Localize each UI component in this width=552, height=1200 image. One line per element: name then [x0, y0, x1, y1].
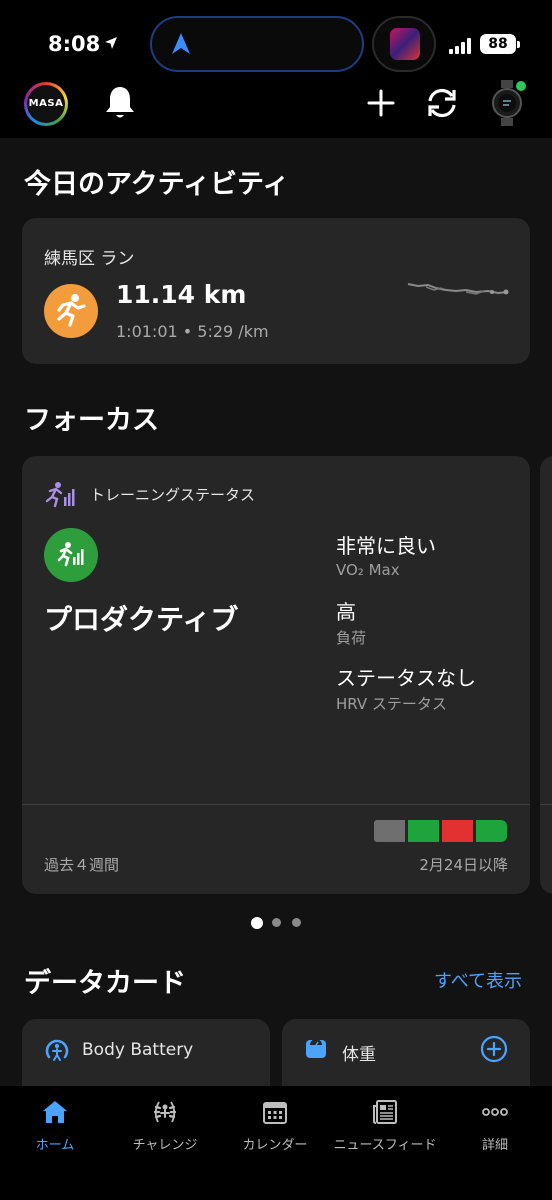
card-divider [22, 804, 530, 805]
newsfeed-icon [373, 1100, 397, 1124]
metric-value: ステータスなし [336, 666, 476, 690]
metric-value: 高 [336, 600, 356, 624]
history-range-label: 過去４週間 [44, 856, 120, 874]
activity-stats: 1:01:01 • 5:29 /km [116, 322, 269, 341]
training-status-value: プロダクティブ [44, 603, 239, 636]
avatar-text: MASA [27, 85, 65, 123]
tab-label: チャレンジ [132, 1138, 198, 1153]
route-map-thumbnail [407, 283, 509, 295]
tab-label: 詳細 [481, 1138, 508, 1153]
next-focus-card-peek[interactable] [540, 456, 552, 894]
navigation-icon [172, 33, 190, 54]
running-icon [44, 284, 98, 338]
battery-indicator: 88 [480, 34, 520, 54]
status-time: 8:08 [48, 32, 101, 56]
location-arrow-icon [105, 37, 117, 49]
metric-label: 負荷 [336, 629, 367, 647]
history-since-label: 2月24日以降 [419, 856, 508, 874]
activity-distance: 11.14 km [116, 280, 247, 309]
metric-label: VO₂ Max [336, 561, 400, 579]
add-circle-icon[interactable] [480, 1035, 508, 1063]
activity-location: 練馬区 ラン [44, 249, 135, 269]
bell-icon[interactable] [102, 84, 138, 122]
tab-home[interactable]: ホーム [0, 1086, 110, 1156]
app-header: MASA [0, 80, 552, 138]
tab-label: ホーム [35, 1138, 75, 1153]
activity-card[interactable]: 練馬区 ラン 11.14 km 1:01:01 • 5:29 /km [22, 218, 530, 364]
tab-newsfeed[interactable]: ニュースフィード [330, 1086, 440, 1156]
status-history-bars [374, 820, 508, 842]
dynamic-island[interactable] [150, 16, 364, 72]
cellular-signal-icon [449, 38, 473, 54]
metric-label: HRV ステータス [336, 695, 447, 713]
home-icon [43, 1101, 67, 1123]
see-all-link[interactable]: すべて表示 [434, 967, 522, 993]
data-cards-section-title: データカード [24, 968, 186, 999]
productive-status-icon [44, 528, 98, 582]
tab-calendar[interactable]: カレンダー [220, 1086, 330, 1156]
today-section-title: 今日のアクティビティ [24, 169, 290, 200]
body-battery-label: Body Battery [82, 1040, 194, 1060]
training-status-card[interactable]: トレーニングステータス プロダクティブ 非常に良い VO₂ Max 高 負荷 ス… [22, 456, 530, 894]
avatar[interactable]: MASA [24, 82, 68, 126]
status-bar: 8:08 88 [0, 0, 552, 80]
status-history-bar [442, 820, 473, 842]
status-history-bar [476, 820, 507, 842]
app-thumbnail [390, 28, 420, 60]
tab-label: ニュースフィード [333, 1138, 437, 1153]
scale-icon [306, 1039, 326, 1058]
bottom-tab-bar: ホーム チャレンジ カレンダー ニュースフィード 詳細 [0, 1086, 552, 1200]
sync-icon[interactable] [424, 86, 460, 120]
focus-section-title: フォーカス [24, 405, 159, 436]
card-divider [540, 804, 552, 805]
calendar-icon [263, 1102, 287, 1124]
tab-challenges[interactable]: チャレンジ [110, 1086, 220, 1156]
pager-dot-active[interactable] [251, 917, 263, 929]
training-status-icon [45, 482, 75, 508]
tab-more[interactable]: 詳細 [440, 1086, 550, 1156]
status-history-bar [374, 820, 405, 842]
tab-label: カレンダー [242, 1138, 308, 1153]
pager-dot[interactable] [272, 918, 281, 927]
more-icon [482, 1108, 508, 1116]
metric-vo2max: 非常に良い VO₂ Max [336, 530, 436, 579]
plus-icon[interactable] [366, 88, 396, 118]
body-battery-icon [45, 1039, 69, 1061]
watch-device-icon[interactable] [490, 80, 528, 126]
status-history-bar [408, 820, 439, 842]
metric-load: 高 負荷 [336, 596, 366, 648]
training-status-header: トレーニングステータス [90, 486, 256, 504]
weight-label: 体重 [342, 1045, 376, 1065]
metric-value: 非常に良い [336, 534, 436, 558]
live-activity-app[interactable] [372, 16, 436, 72]
metric-hrv: ステータスなし HRV ステータス [336, 662, 476, 714]
pager-dot[interactable] [292, 918, 301, 927]
laurel-icon [153, 1101, 177, 1123]
